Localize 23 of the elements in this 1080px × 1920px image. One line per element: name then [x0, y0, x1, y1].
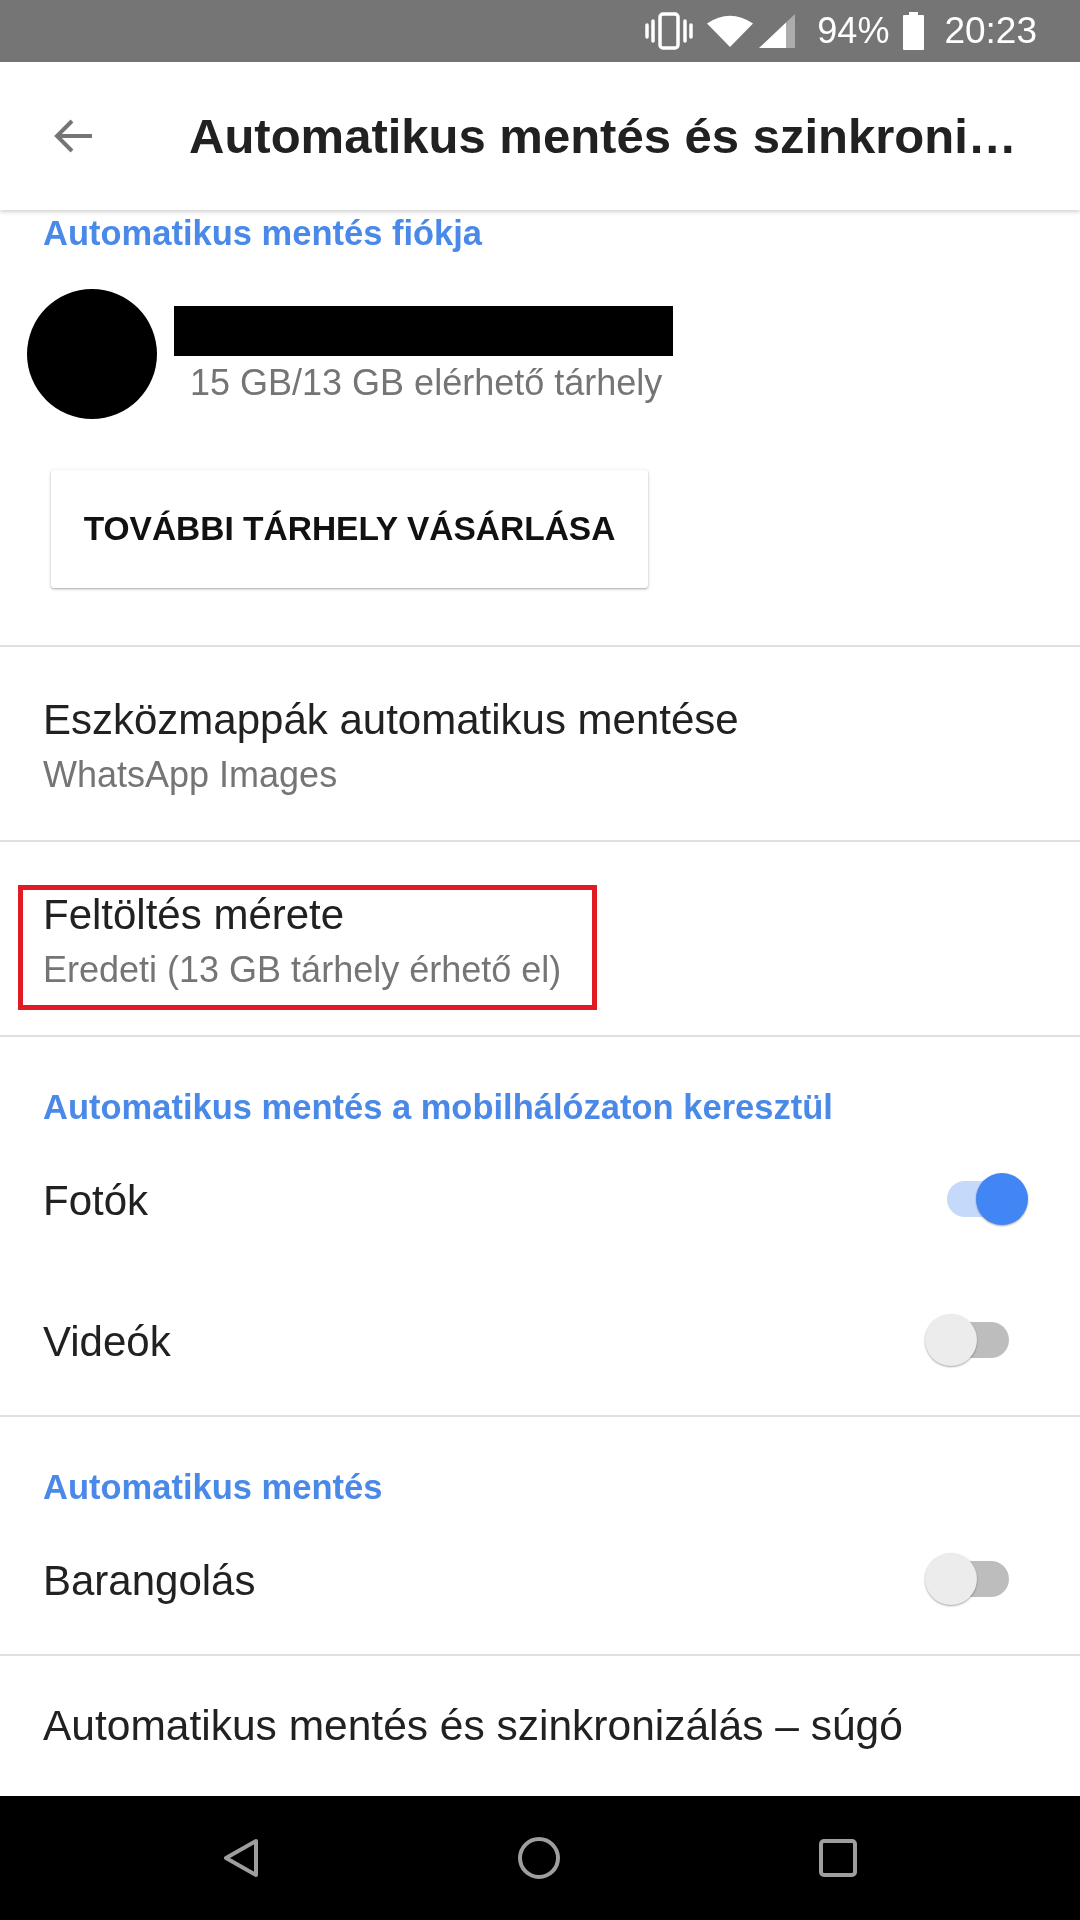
setting-title[interactable]: Eszközmappák automatikus mentése: [43, 696, 739, 744]
setting-label: Videók: [43, 1317, 171, 1366]
section-header: Automatikus mentés a mobilhálózaton keresztül: [43, 1087, 833, 1128]
setting-title[interactable]: Feltöltés mérete: [43, 891, 345, 939]
section-header: Automatikus mentés fiókja: [43, 213, 483, 254]
back-icon[interactable]: [223, 1838, 259, 1878]
vibrate-icon: [645, 12, 694, 50]
help-link[interactable]: Automatikus mentés és szinkronizálás – súgó: [43, 1702, 903, 1750]
setting-value: WhatsApp Images: [43, 754, 338, 796]
setting-label: Barangolás: [43, 1556, 256, 1605]
battery-icon: [903, 12, 925, 50]
screen-title: Automatikus mentés és szinkroni…: [189, 108, 1017, 165]
home-icon[interactable]: [518, 1837, 560, 1879]
buy-storage-button[interactable]: TOVÁBBI TÁRHELY VÁSÁRLÁSA: [51, 470, 648, 588]
signal-icon: [759, 14, 796, 48]
recent-apps-icon[interactable]: [819, 1839, 857, 1877]
clock-time: 20:23: [944, 10, 1037, 52]
setting-label: Fotók: [43, 1176, 149, 1225]
section-header: Automatikus mentés: [43, 1467, 383, 1508]
wifi-icon: [707, 15, 754, 47]
setting-value: Eredeti (13 GB tárhely érhető el): [43, 949, 562, 991]
storage-info: 15 GB/13 GB elérhető tárhely: [190, 362, 663, 404]
battery-percentage: 94%: [817, 10, 890, 52]
